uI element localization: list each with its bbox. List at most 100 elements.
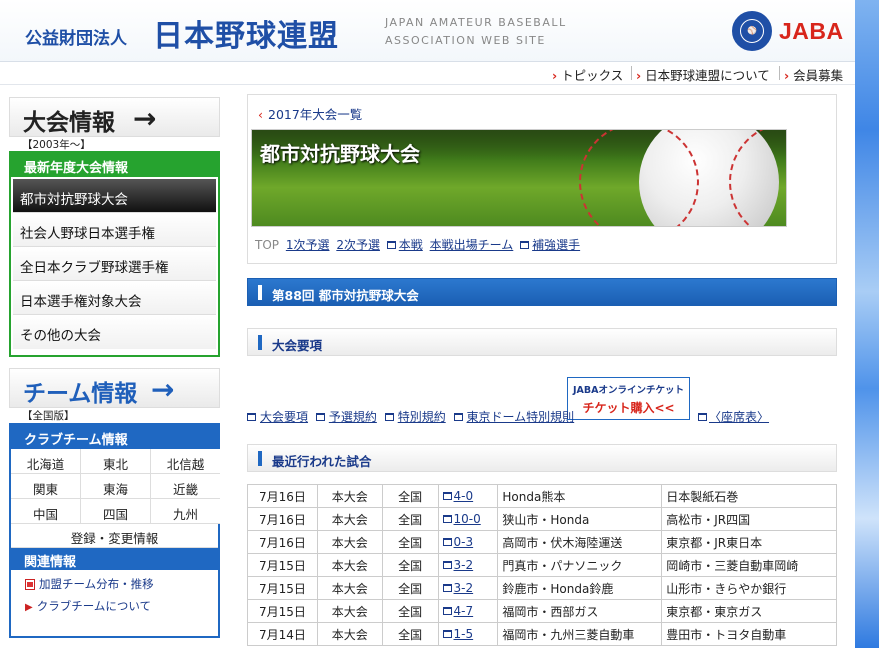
nav-about[interactable]: 日本野球連盟について xyxy=(636,65,770,84)
table-row: 7月15日 本大会 全国 3-2 鈴鹿市・Honda鈴鹿 山形市・きらやか銀行 xyxy=(247,576,837,600)
region-grid: 北海道 東北 北信越 関東 東海 近畿 中国 四国 九州 xyxy=(11,449,220,524)
recent-games-body: 7月16日 本大会 全国 4-0 Honda熊本 日本製紙石巻 7月16日 本大会 全国 10-0… xyxy=(247,484,837,646)
tab-second-qualifier[interactable]: 2次予選 xyxy=(336,238,380,252)
game-date: 7月15日 xyxy=(247,576,318,600)
window-icon xyxy=(384,413,394,421)
window-icon xyxy=(442,515,452,523)
game-score-link[interactable]: 10-0 xyxy=(454,512,481,526)
game-home-team: 福岡市・西部ガス xyxy=(497,599,663,623)
nav-separator xyxy=(631,66,632,80)
sidebar-item-toshi-taiko[interactable]: 都市対抗野球大会 xyxy=(13,179,216,213)
tab-participating-teams[interactable]: 本戦出場チーム xyxy=(430,238,514,252)
game-score-link[interactable]: 3-2 xyxy=(454,558,474,572)
related-links: 加盟チーム分布・推移 ▶ クラブチームについて xyxy=(11,576,218,614)
sidebar-team: チーム情報 → 【全国版】 クラブチーム情報 北海道 東北 北信越 関東 東海 … xyxy=(9,368,220,638)
window-icon xyxy=(386,241,396,249)
region-kanto[interactable]: 関東 xyxy=(11,474,81,499)
nav-topics[interactable]: トピックス xyxy=(552,65,623,84)
baseball-icon xyxy=(579,130,786,226)
game-stage: 本大会 xyxy=(316,576,383,600)
game-date: 7月16日 xyxy=(247,484,318,508)
game-score-link[interactable]: 3-2 xyxy=(454,581,474,595)
arrow-right-icon: → xyxy=(133,102,157,135)
related-link-about-club-label: クラブチームについて xyxy=(36,599,152,613)
team-header[interactable]: チーム情報 → xyxy=(9,368,220,408)
pdf-icon xyxy=(25,579,35,590)
doc-link-tokyo-dome-rules[interactable]: 東京ドーム特別規則 xyxy=(467,410,575,424)
sidebar-item-qualifier-tournaments[interactable]: 日本選手権対象大会 xyxy=(13,281,216,315)
tournament-tabs: TOP 1次予選 2次予選 本戦 本戦出場チーム 補強選手 xyxy=(255,236,583,253)
sidebar-item-japan-championship[interactable]: 社会人野球日本選手権 xyxy=(13,213,216,247)
region-hokushinetsu[interactable]: 北信越 xyxy=(151,449,220,474)
game-date: 7月15日 xyxy=(247,599,318,623)
game-away-team: 山形市・きらやか銀行 xyxy=(661,576,837,600)
region-hokkaido[interactable]: 北海道 xyxy=(11,449,81,474)
region-kinki[interactable]: 近畿 xyxy=(151,474,220,499)
game-area: 全国 xyxy=(381,576,439,600)
game-stage: 本大会 xyxy=(316,622,383,646)
tab-reinforcement-players[interactable]: 補強選手 xyxy=(532,238,580,252)
tab-top[interactable]: TOP xyxy=(255,238,279,252)
game-score[interactable]: 4-7 xyxy=(437,599,499,623)
recent-games-table: 7月16日 本大会 全国 4-0 Honda熊本 日本製紙石巻 7月16日 本大会 全国 10-0… xyxy=(247,484,837,646)
sidebar-item-other-tournaments[interactable]: その他の大会 xyxy=(13,315,216,349)
related-link-distribution[interactable]: 加盟チーム分布・推移 xyxy=(25,576,218,592)
tab-main-tournament[interactable]: 本戦 xyxy=(399,238,423,252)
nav-divider xyxy=(0,84,855,85)
game-stage: 本大会 xyxy=(316,484,383,508)
nav-membership[interactable]: 会員募集 xyxy=(784,65,843,84)
page: 公益財団法人 日本野球連盟 JAPAN AMATEUR BASEBALL ASS… xyxy=(0,0,855,648)
window-icon xyxy=(442,492,452,500)
game-score[interactable]: 4-0 xyxy=(437,484,499,508)
doc-link-qualifier-rules[interactable]: 予選規約 xyxy=(329,410,377,424)
region-tokai[interactable]: 東海 xyxy=(81,474,151,499)
region-shikoku[interactable]: 四国 xyxy=(81,499,151,524)
game-away-team: 高松市・JR四国 xyxy=(661,507,837,531)
game-away-team: 日本製紙石巻 xyxy=(661,484,837,508)
game-home-team: 福岡市・九州三菱自動車 xyxy=(497,622,663,646)
team-edition: 【全国版】 xyxy=(22,410,75,422)
tournament-frame: 2017年大会一覧 都市対抗野球大会 TOP 1次予選 2次予選 本戦 本戦出場… xyxy=(247,94,837,264)
related-link-about-club[interactable]: ▶ クラブチームについて xyxy=(25,598,218,614)
related-heading: 関連情報 xyxy=(11,548,218,570)
ball-seam xyxy=(729,130,786,226)
org-prefix: 公益財団法人 xyxy=(25,29,127,49)
seat-map-link[interactable]: 〈座席表〉 xyxy=(698,408,769,425)
ticket-label: JABAオンラインチケット xyxy=(573,385,684,396)
game-score[interactable]: 0-3 xyxy=(437,530,499,554)
game-score-link[interactable]: 4-0 xyxy=(454,489,474,503)
window-icon xyxy=(442,538,452,546)
game-score[interactable]: 3-2 xyxy=(437,576,499,600)
window-icon xyxy=(442,584,452,592)
jaba-logo[interactable]: JABA xyxy=(779,18,844,45)
site-logo[interactable]: 日本野球連盟 xyxy=(153,11,339,55)
window-icon xyxy=(520,241,530,249)
game-score[interactable]: 10-0 xyxy=(437,507,499,531)
doc-link-outline[interactable]: 大会要項 xyxy=(260,410,308,424)
game-date: 7月14日 xyxy=(247,622,318,646)
game-score-link[interactable]: 1-5 xyxy=(454,627,474,641)
tab-first-qualifier[interactable]: 1次予選 xyxy=(286,238,330,252)
game-score-link[interactable]: 4-7 xyxy=(454,604,474,618)
related-link-distribution-label: 加盟チーム分布・推移 xyxy=(39,577,154,591)
online-ticket-button[interactable]: JABAオンラインチケット チケット購入<< xyxy=(567,377,690,420)
game-area: 全国 xyxy=(381,622,439,646)
game-score[interactable]: 1-5 xyxy=(437,622,499,646)
window-icon xyxy=(698,413,707,421)
sidebar-item-club-championship[interactable]: 全日本クラブ野球選手権 xyxy=(13,247,216,281)
game-score-link[interactable]: 0-3 xyxy=(454,535,474,549)
ticket-buy-label: チケット購入<< xyxy=(582,401,675,415)
back-to-list-link[interactable]: 2017年大会一覧 xyxy=(258,104,362,123)
game-home-team: 鈴鹿市・Honda鈴鹿 xyxy=(497,576,663,600)
region-tohoku[interactable]: 東北 xyxy=(81,449,151,474)
region-chugoku[interactable]: 中国 xyxy=(11,499,81,524)
window-icon xyxy=(453,413,463,421)
window-icon xyxy=(315,413,325,421)
recent-games-heading: 最近行われた試合 xyxy=(247,444,837,472)
doc-link-special-rules[interactable]: 特別規約 xyxy=(398,410,446,424)
register-change-link[interactable]: 登録・変更情報 xyxy=(11,524,218,548)
game-score[interactable]: 3-2 xyxy=(437,553,499,577)
tournament-header[interactable]: 大会情報 → xyxy=(9,97,220,137)
region-kyushu[interactable]: 九州 xyxy=(151,499,220,524)
document-links: 大会要項 予選規約 特別規約 東京ドーム特別規則 xyxy=(247,408,578,425)
